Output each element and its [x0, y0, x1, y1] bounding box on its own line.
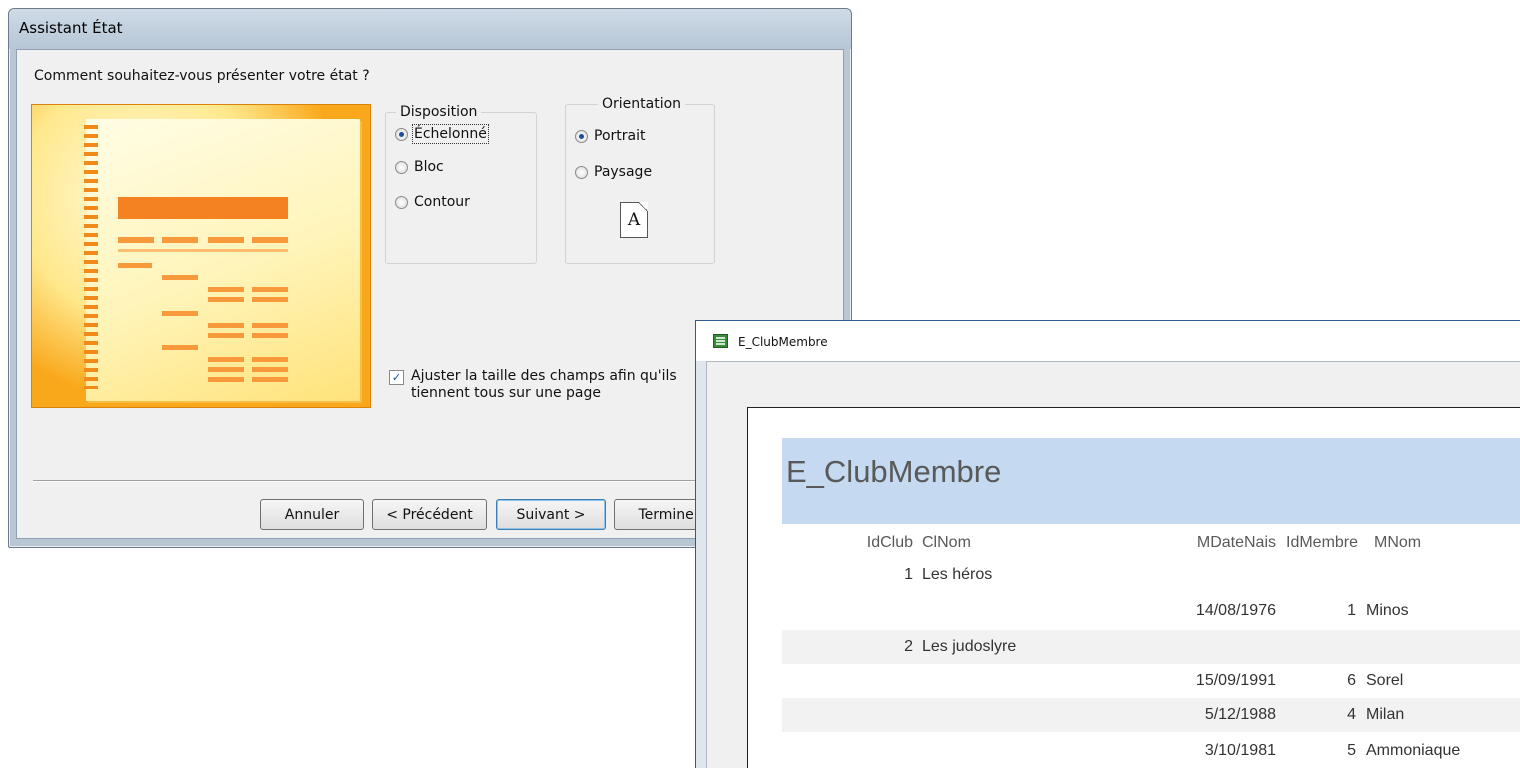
wizard-question: Comment souhaitez-vous présenter votre é…	[34, 68, 370, 84]
fit-fields-checkbox[interactable]: ✓ Ajuster la taille des champs afin qu'i…	[389, 368, 677, 402]
fit-fields-label: Ajuster la taille des champs afin qu'ils…	[411, 368, 677, 401]
cell-idmembre: 1	[1347, 602, 1356, 619]
report-icon	[713, 334, 728, 348]
layout-legend: Disposition	[400, 104, 478, 120]
header-mdatenais: MDateNais	[1196, 534, 1276, 551]
layout-option-echelonne[interactable]: Échelonné	[395, 124, 489, 144]
orientation-group: Orientation	[565, 96, 715, 264]
cell-idclub: 2	[904, 638, 913, 655]
cell-idmembre: 6	[1347, 672, 1356, 689]
cell-idmembre: 5	[1347, 742, 1356, 759]
radio-selected-icon	[575, 129, 588, 143]
orientation-legend: Orientation	[602, 96, 682, 112]
layout-option-contour[interactable]: Contour	[395, 194, 470, 210]
cell-mdatenais: 5/12/1988	[1204, 706, 1276, 723]
cell-mnom: Ammoniaque	[1366, 742, 1461, 759]
radio-icon	[395, 195, 408, 209]
wizard-title: Assistant État	[19, 19, 123, 37]
cell-mnom: Minos	[1366, 602, 1409, 619]
previous-button[interactable]: < Précédent	[372, 499, 487, 530]
radio-icon	[575, 165, 588, 179]
report-window: E_ClubMembre E_ClubMembre IdClub ClNom M…	[695, 320, 1520, 768]
row-stripe	[782, 698, 1520, 732]
header-idmembre: IdMembre	[1286, 534, 1359, 551]
cell-mnom: Milan	[1366, 706, 1405, 723]
header-clnom: ClNom	[922, 534, 971, 551]
cell-mnom: Sorel	[1366, 672, 1404, 689]
report-window-title: E_ClubMembre	[738, 335, 828, 349]
radio-icon	[395, 160, 408, 174]
report-title-bar[interactable]: E_ClubMembre	[696, 321, 1520, 361]
layout-preview-image	[31, 104, 371, 408]
layout-option-bloc[interactable]: Bloc	[395, 159, 444, 175]
cell-idmembre: 4	[1347, 706, 1356, 723]
next-button[interactable]: Suivant >	[496, 499, 606, 530]
report-page: E_ClubMembre IdClub ClNom MDateNais IdMe…	[747, 407, 1520, 768]
wizard-title-bar[interactable]: Assistant État	[9, 9, 851, 49]
report-title: E_ClubMembre	[786, 454, 1002, 489]
orientation-option-paysage[interactable]: Paysage	[575, 164, 652, 180]
cell-clnom: Les judoslyre	[922, 638, 1017, 655]
radio-selected-icon	[395, 127, 408, 141]
header-idclub: IdClub	[866, 534, 913, 551]
cell-mdatenais: 14/08/1976	[1195, 602, 1276, 619]
portrait-page-icon: A	[620, 202, 648, 238]
cancel-button[interactable]: Annuler	[260, 499, 364, 530]
cell-mdatenais: 3/10/1981	[1204, 742, 1276, 759]
header-mnom: MNom	[1374, 534, 1422, 551]
report-canvas: E_ClubMembre IdClub ClNom MDateNais IdMe…	[706, 361, 1520, 768]
orientation-option-portrait[interactable]: Portrait	[575, 128, 645, 144]
cell-clnom: Les héros	[922, 566, 993, 583]
cell-idclub: 1	[904, 566, 913, 583]
checkmark-icon: ✓	[389, 370, 404, 385]
cell-mdatenais: 15/09/1991	[1195, 672, 1276, 689]
